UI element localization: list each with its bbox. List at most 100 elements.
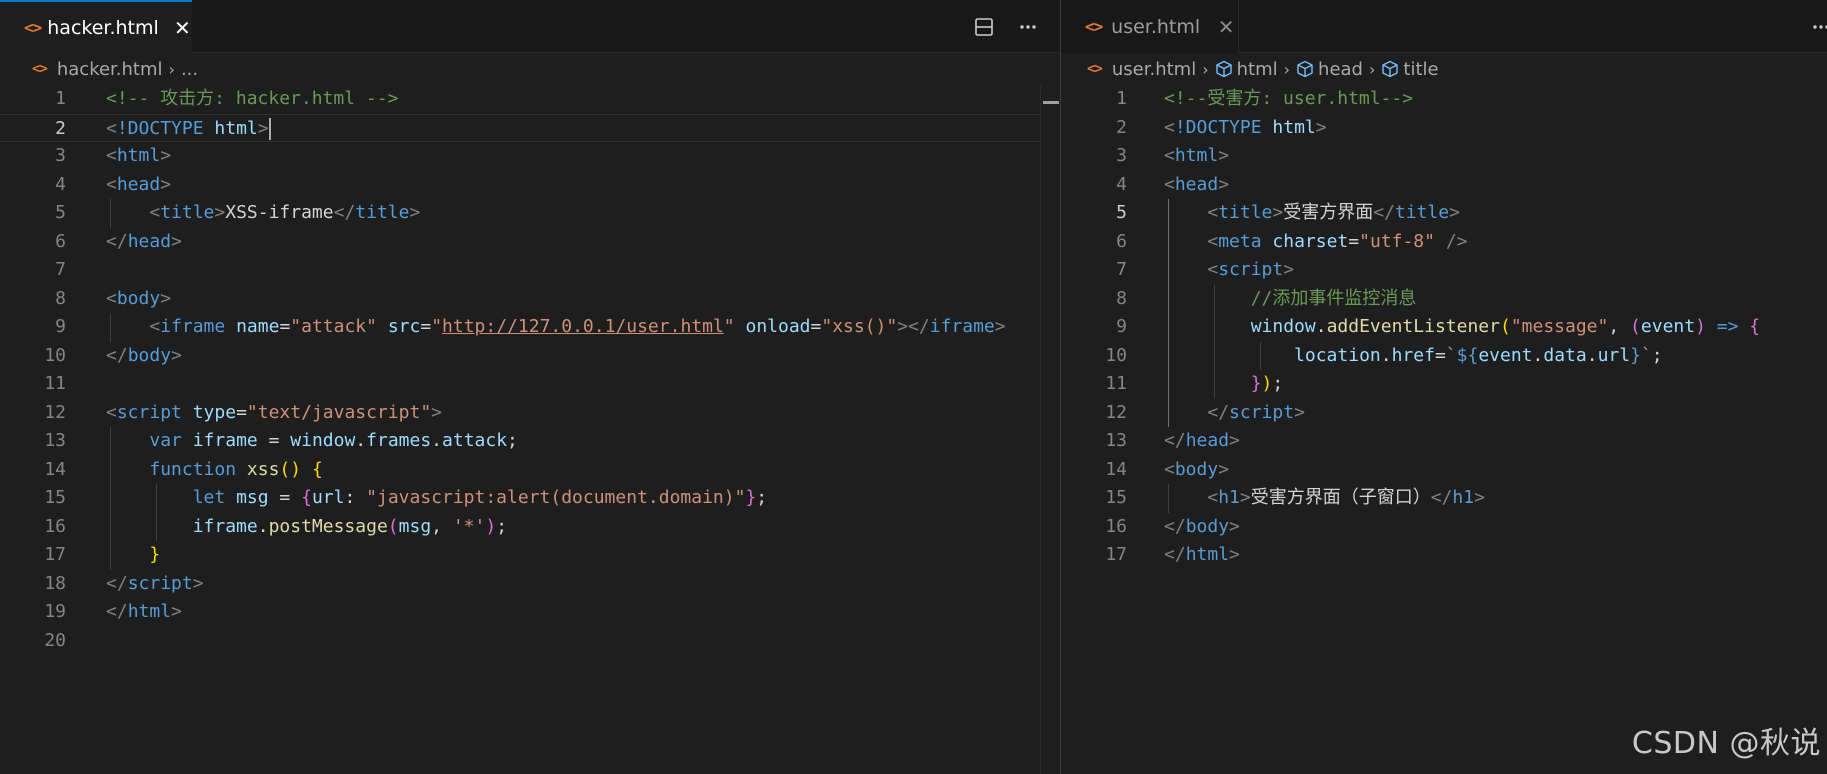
- code-token: html: [116, 145, 161, 166]
- code-text: <!DOCTYPE html>: [1164, 114, 1327, 143]
- breadcrumb-item-html[interactable]: html: [1237, 59, 1278, 80]
- code-line[interactable]: 6 <meta charset="utf-8" />: [1061, 228, 1827, 257]
- code-text: </html>: [1164, 541, 1240, 570]
- code-line[interactable]: 17 }: [0, 541, 1060, 570]
- code-line[interactable]: 15 <h1>受害方界面（子窗口）</h1>: [1061, 484, 1827, 513]
- code-line[interactable]: 5 <title>受害方界面</title>: [1061, 199, 1827, 228]
- code-token: ;: [1272, 373, 1284, 394]
- code-token: <: [1207, 230, 1219, 252]
- cube-icon: [1381, 60, 1399, 78]
- code-line[interactable]: 12 <script type="text/javascript">: [0, 399, 1060, 428]
- editor-group-left: <> hacker.html ✕ <> hacker.html › ... 1 <…: [0, 0, 1060, 774]
- line-number: 8: [55, 287, 66, 309]
- code-token: =: [1434, 344, 1446, 366]
- breadcrumb: <> user.html › html › head › title: [1061, 53, 1827, 85]
- code-line[interactable]: 19 </html>: [0, 598, 1060, 627]
- code-line[interactable]: 10 </body>: [0, 342, 1060, 371]
- code-text: <h1>受害方界面（子窗口）</h1>: [1164, 484, 1485, 513]
- code-line[interactable]: 1 <!--受害方: user.html-->: [1061, 85, 1827, 114]
- code-line[interactable]: 3 <html>: [0, 142, 1060, 171]
- code-token: ): [485, 515, 497, 537]
- code-token: 受害方界面（子窗口）: [1250, 487, 1431, 508]
- code-token: XSS-iframe: [225, 202, 334, 223]
- code-line[interactable]: 6 </head>: [0, 228, 1060, 257]
- scrollbar-left[interactable]: [1040, 85, 1060, 774]
- breadcrumb-file[interactable]: hacker.html: [57, 59, 163, 80]
- code-text: iframe.postMessage(msg, '*');: [106, 513, 507, 542]
- tab-bar-left: <> hacker.html ✕: [0, 0, 1060, 53]
- line-number: 4: [55, 173, 66, 195]
- more-actions-icon[interactable]: [1807, 13, 1827, 41]
- breadcrumb-ellipsis[interactable]: ...: [181, 59, 198, 80]
- more-actions-icon[interactable]: [1014, 13, 1042, 41]
- code-line[interactable]: 14 function xss() {: [0, 456, 1060, 485]
- code-text: </head>: [1164, 427, 1240, 456]
- code-token: >: [1474, 487, 1485, 508]
- code-line[interactable]: 10 location.href=`${event.data.url}`;: [1061, 342, 1827, 371]
- code-text: function xss() {: [106, 456, 322, 485]
- code-line[interactable]: 18 </script>: [0, 570, 1060, 599]
- code-line[interactable]: 1 <!-- 攻击方: hacker.html -->: [0, 85, 1060, 114]
- code-token: .: [1380, 344, 1392, 366]
- code-line[interactable]: 2 <!DOCTYPE html>: [0, 113, 1060, 142]
- code-token: <: [1164, 173, 1175, 195]
- code-line[interactable]: 8 <body>: [0, 285, 1060, 314]
- code-token: meta: [1218, 230, 1262, 252]
- tab-user-html[interactable]: <> user.html ✕: [1061, 0, 1239, 53]
- code-line[interactable]: 7 <script>: [1061, 256, 1827, 285]
- code-token: !DOCTYPE: [1174, 116, 1262, 138]
- tab-hacker-html[interactable]: <> hacker.html ✕: [0, 0, 192, 53]
- breadcrumb-file[interactable]: user.html: [1112, 59, 1196, 80]
- code-line[interactable]: 13 </head>: [1061, 427, 1827, 456]
- code-line[interactable]: 3 <html>: [1061, 142, 1827, 171]
- code-token: >: [1218, 145, 1230, 166]
- indent-guide: [110, 199, 111, 228]
- code-token: >: [160, 287, 172, 309]
- split-editor-icon[interactable]: [970, 13, 998, 41]
- code-token: html: [127, 601, 172, 622]
- code-line[interactable]: 11: [0, 370, 1060, 399]
- code-token: />: [1445, 230, 1468, 252]
- code-token: <: [1164, 145, 1175, 166]
- code-line[interactable]: 4 <head>: [1061, 171, 1827, 200]
- code-line[interactable]: 17 </html>: [1061, 541, 1827, 570]
- code-line[interactable]: 13 var iframe = window.frames.attack;: [0, 427, 1060, 456]
- code-line[interactable]: 14 <body>: [1061, 456, 1827, 485]
- code-text: //添加事件监控消息: [1164, 285, 1417, 314]
- code-token: </: [106, 344, 128, 366]
- code-line[interactable]: 16 iframe.postMessage(msg, '*');: [0, 513, 1060, 542]
- code-line[interactable]: 16 </body>: [1061, 513, 1827, 542]
- code-line[interactable]: 12 </script>: [1061, 399, 1827, 428]
- indent-guide: [110, 313, 111, 342]
- code-line[interactable]: 11 });: [1061, 370, 1827, 399]
- code-line[interactable]: 7: [0, 256, 1060, 285]
- breadcrumb-item-title[interactable]: title: [1403, 59, 1438, 80]
- code-line[interactable]: 9 <iframe name="attack" src="http://127.…: [0, 313, 1060, 342]
- code-line[interactable]: 15 let msg = {url: "javascript:alert(doc…: [0, 484, 1060, 513]
- close-icon[interactable]: ✕: [173, 16, 192, 40]
- code-token: postMessage: [268, 515, 388, 537]
- breadcrumb-item-head[interactable]: head: [1318, 59, 1363, 80]
- code-line[interactable]: 9 window.addEventListener("message", (ev…: [1061, 313, 1827, 342]
- code-editor-left[interactable]: 1 <!-- 攻击方: hacker.html --> 2 <!DOCTYPE htm…: [0, 85, 1060, 774]
- close-icon[interactable]: ✕: [1214, 15, 1238, 39]
- code-editor-right[interactable]: 1 <!--受害方: user.html--> 2 <!DOCTYPE html> 3 <…: [1061, 85, 1827, 774]
- line-number: 9: [1116, 316, 1127, 337]
- code-text: let msg = {url: "javascript:alert(docume…: [106, 484, 767, 513]
- code-text: <script>: [1164, 256, 1294, 285]
- scrollbar-cursor-marker: [1043, 101, 1059, 104]
- code-line[interactable]: 2 <!DOCTYPE html>: [1061, 114, 1827, 143]
- code-line[interactable]: 4 <head>: [0, 171, 1060, 200]
- code-token: window: [1250, 316, 1316, 337]
- code-token: >: [1218, 458, 1230, 480]
- code-line[interactable]: 20: [0, 627, 1060, 656]
- code-line[interactable]: 8 //添加事件监控消息: [1061, 285, 1827, 314]
- code-line[interactable]: 5 <title>XSS-iframe</title>: [0, 199, 1060, 228]
- code-token: frames: [366, 430, 432, 451]
- code-text: <head>: [1164, 171, 1229, 200]
